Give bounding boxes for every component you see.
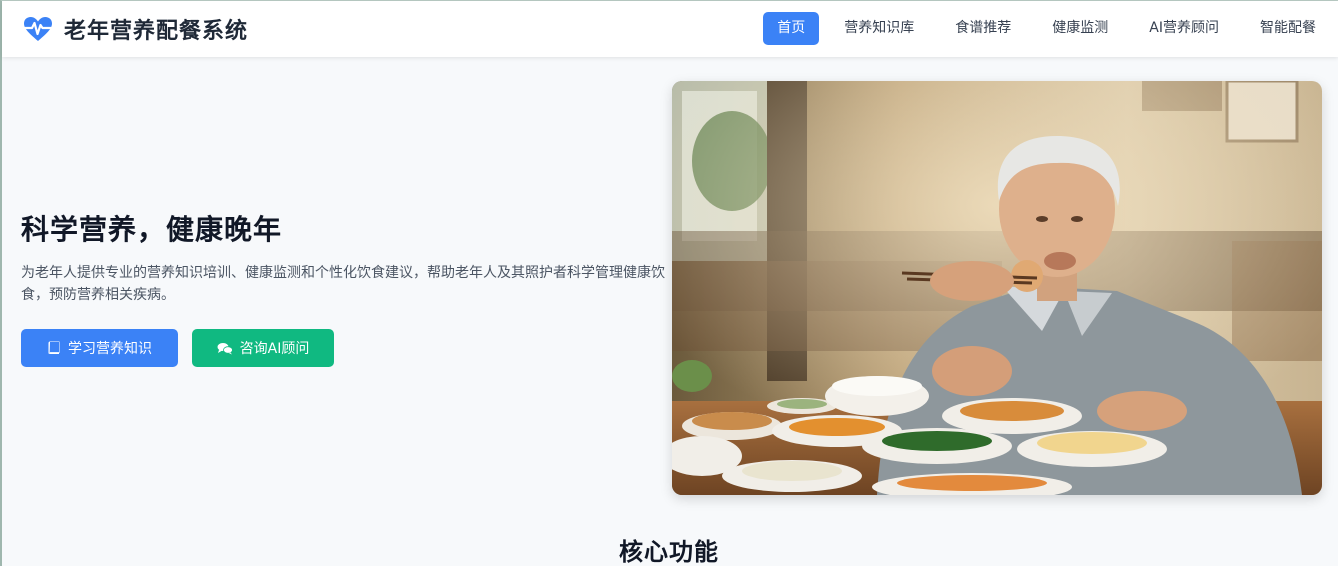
book-icon [47,341,61,355]
brand-title: 老年营养配餐系统 [64,19,249,44]
consult-ai-label: 咨询AI顾问 [239,341,310,357]
top-navbar: 老年营养配餐系统 首页 营养知识库 食谱推荐 健康监测 AI营养顾问 智能配餐 [2,1,1338,57]
nav-item-ai-advisor[interactable]: AI营养顾问 [1133,12,1235,45]
hero-title: 科学营养，健康晚年 [21,213,283,246]
heart-pulse-icon [21,14,55,44]
hero-buttons: 学习营养知识 咨询AI顾问 [21,329,671,367]
chat-icon [217,342,233,355]
nav-item-smart-meal[interactable]: 智能配餐 [1244,12,1332,45]
hero-image [672,81,1322,495]
nav-item-health-monitoring[interactable]: 健康监测 [1036,12,1124,45]
learn-nutrition-label: 学习营养知识 [68,341,152,357]
nav-item-home[interactable]: 首页 [763,12,820,45]
consult-ai-button[interactable]: 咨询AI顾问 [192,329,334,367]
hero-section: 科学营养，健康晚年 为老年人提供专业的营养知识培训、健康监测和个性化饮食建议，帮… [21,208,671,367]
hero-description: 为老年人提供专业的营养知识培训、健康监测和个性化饮食建议，帮助老年人及其照护者科… [21,265,665,303]
learn-nutrition-button[interactable]: 学习营养知识 [21,329,178,367]
main-nav: 首页 营养知识库 食谱推荐 健康监测 AI营养顾问 智能配餐 [754,12,1332,45]
nav-item-recipes[interactable]: 食谱推荐 [939,12,1027,45]
nav-item-nutrition-knowledge[interactable]: 营养知识库 [828,12,930,45]
section-title-core-features: 核心功能 [619,538,719,566]
brand[interactable]: 老年营养配餐系统 [21,13,248,45]
